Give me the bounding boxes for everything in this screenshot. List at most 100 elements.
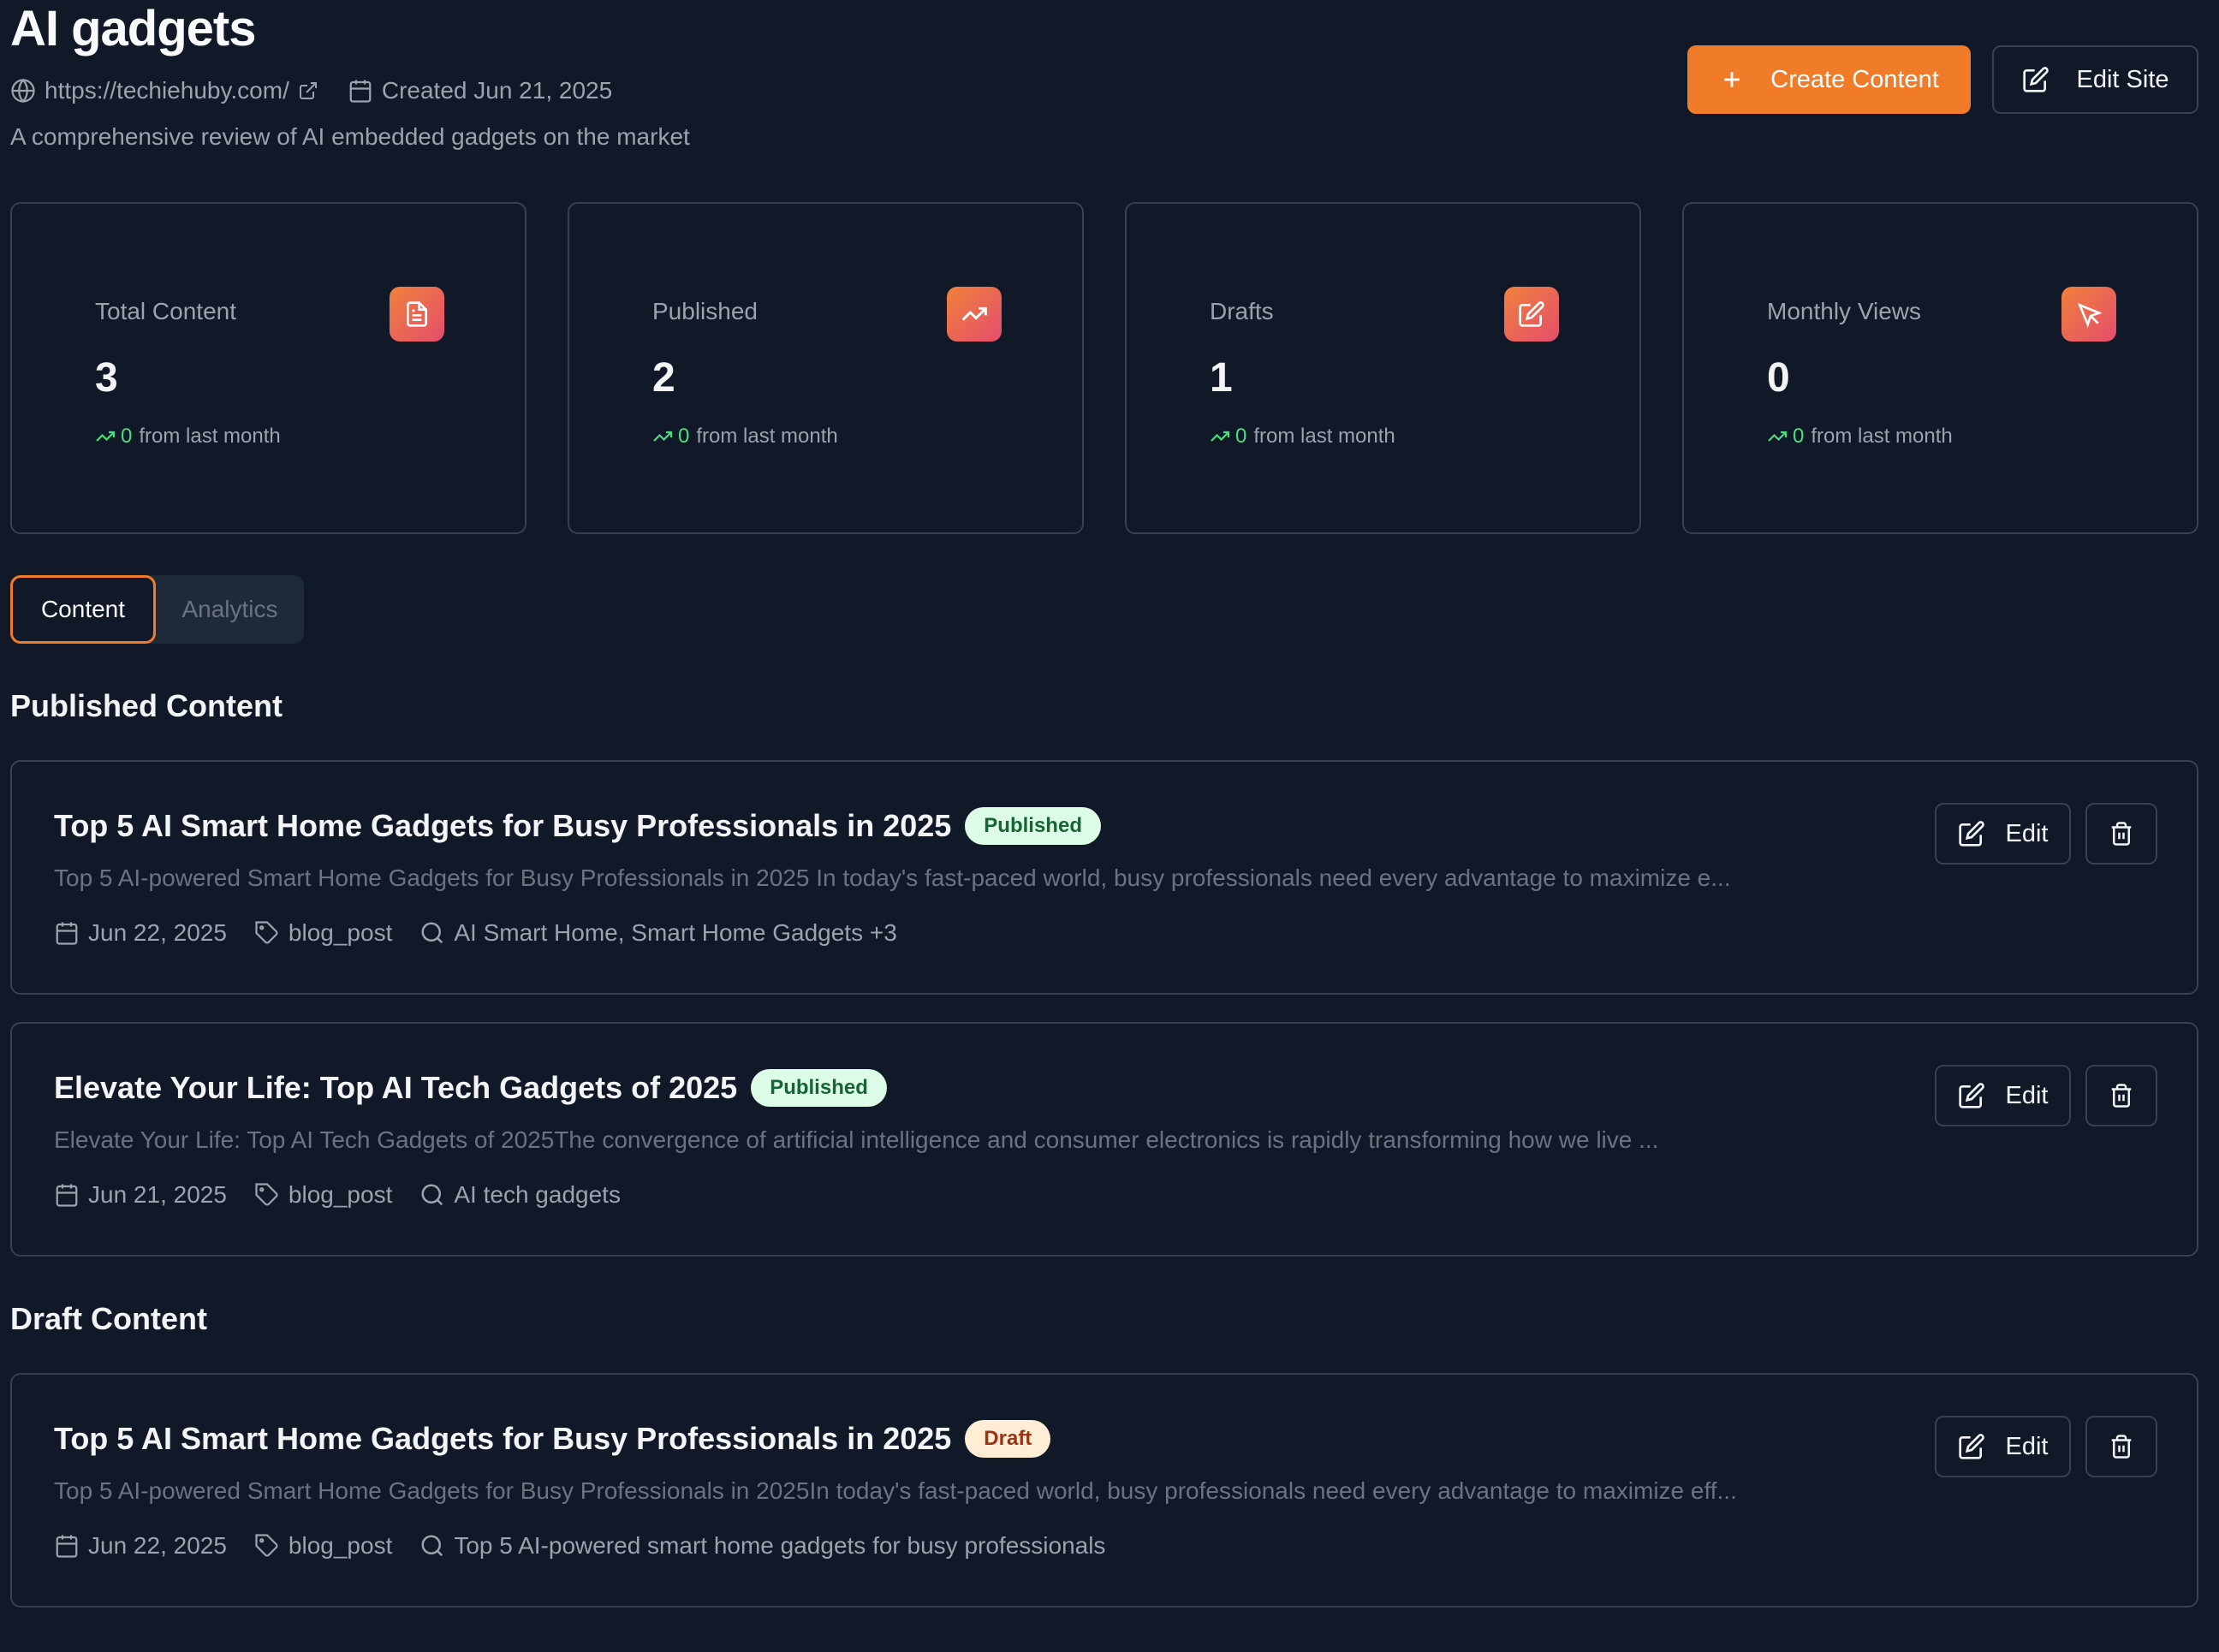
- tab-content[interactable]: Content: [10, 575, 156, 644]
- stat-card-published: Published 2 0 from last month: [568, 202, 1084, 534]
- trending-up-icon: [1767, 426, 1788, 447]
- site-dashboard: AI gadgets https://techiehuby.com/ Creat…: [0, 0, 2219, 1652]
- content-meta: Jun 22, 2025 blog_post Top 5 AI-powered …: [54, 1529, 1105, 1563]
- edit-icon: [2022, 66, 2049, 93]
- trending-up-icon: [947, 287, 1002, 342]
- edit-label: Edit: [2005, 819, 2049, 847]
- content-meta: Jun 22, 2025 blog_post AI Smart Home, Sm…: [54, 916, 897, 950]
- delete-button[interactable]: [2085, 803, 2157, 865]
- content-type: blog_post: [288, 1532, 393, 1559]
- trend-value: 0: [1235, 425, 1247, 448]
- content-excerpt: Top 5 AI-powered Smart Home Gadgets for …: [54, 865, 1731, 891]
- content-card: Top 5 AI Smart Home Gadgets for Busy Pro…: [10, 1373, 2198, 1607]
- stat-value: 1: [1210, 355, 1233, 401]
- calendar-icon: [54, 920, 80, 946]
- content-title[interactable]: Top 5 AI Smart Home Gadgets for Busy Pro…: [54, 1421, 951, 1457]
- status-badge: Draft: [965, 1420, 1051, 1458]
- content-date: Jun 21, 2025: [88, 1181, 227, 1208]
- site-meta: https://techiehuby.com/ Created Jun 21, …: [10, 72, 612, 110]
- edit-site-label: Edit Site: [2076, 65, 2169, 93]
- calendar-icon: [54, 1533, 80, 1559]
- plus-icon: [1719, 67, 1745, 92]
- trash-icon: [2111, 1435, 2132, 1459]
- content-keywords: AI tech gadgets: [454, 1181, 621, 1208]
- trend-text: from last month: [1811, 425, 1953, 448]
- edit-label: Edit: [2005, 1432, 2049, 1460]
- trend-value: 0: [121, 425, 133, 448]
- stat-card-drafts: Drafts 1 0 from last month: [1125, 202, 1641, 534]
- edit-icon: [1504, 287, 1559, 342]
- search-icon: [419, 1533, 445, 1559]
- external-link-icon[interactable]: [298, 80, 318, 101]
- tab-list: Content Analytics: [10, 575, 304, 644]
- page-title: AI gadgets: [10, 1, 256, 56]
- stat-card-monthly-views: Monthly Views 0 0 from last month: [1682, 202, 2198, 534]
- card-title-row: Top 5 AI Smart Home Gadgets for Busy Pro…: [54, 1416, 1051, 1462]
- stat-value: 3: [95, 355, 118, 401]
- content-excerpt: Top 5 AI-powered Smart Home Gadgets for …: [54, 1477, 1737, 1504]
- tag-icon: [254, 1182, 280, 1208]
- trending-up-icon: [95, 426, 116, 447]
- content-type: blog_post: [288, 919, 393, 946]
- content-type: blog_post: [288, 1181, 393, 1208]
- content-keywords: AI Smart Home, Smart Home Gadgets +3: [454, 919, 897, 946]
- card-title-row: Elevate Your Life: Top AI Tech Gadgets o…: [54, 1065, 887, 1111]
- content-title[interactable]: Elevate Your Life: Top AI Tech Gadgets o…: [54, 1070, 737, 1106]
- stat-label: Total Content: [95, 298, 236, 324]
- delete-button[interactable]: [2085, 1065, 2157, 1126]
- tag-icon: [254, 1533, 280, 1559]
- edit-icon: [1958, 820, 1985, 847]
- edit-button[interactable]: Edit: [1935, 1065, 2071, 1126]
- globe-icon: [10, 78, 36, 104]
- calendar-icon: [54, 1182, 80, 1208]
- edit-icon: [1958, 1082, 1985, 1109]
- stat-label: Drafts: [1210, 298, 1274, 324]
- created-date: Created Jun 21, 2025: [381, 77, 613, 104]
- trending-up-icon: [652, 426, 673, 447]
- published-section-title: Published Content: [10, 688, 283, 723]
- draft-section-title: Draft Content: [10, 1301, 207, 1336]
- stat-trend: 0 from last month: [1210, 425, 1395, 449]
- edit-icon: [1958, 1433, 1985, 1460]
- stat-card-total-content: Total Content 3 0 from last month: [10, 202, 526, 534]
- content-date: Jun 22, 2025: [88, 1532, 227, 1559]
- card-title-row: Top 5 AI Smart Home Gadgets for Busy Pro…: [54, 803, 1101, 849]
- search-icon: [419, 1182, 445, 1208]
- search-icon: [419, 920, 445, 946]
- status-badge: Published: [965, 807, 1101, 845]
- trend-value: 0: [1793, 425, 1805, 448]
- trend-text: from last month: [696, 425, 838, 448]
- trend-value: 0: [678, 425, 690, 448]
- stat-trend: 0 from last month: [95, 425, 281, 449]
- tag-icon: [254, 920, 280, 946]
- site-description: A comprehensive review of AI embedded ga…: [10, 123, 690, 150]
- stat-label: Monthly Views: [1767, 298, 1922, 324]
- create-content-label: Create Content: [1770, 65, 1939, 93]
- trash-icon: [2111, 1084, 2132, 1108]
- stat-trend: 0 from last month: [652, 425, 838, 449]
- content-excerpt: Elevate Your Life: Top AI Tech Gadgets o…: [54, 1126, 1659, 1153]
- document-icon: [390, 287, 444, 342]
- edit-button[interactable]: Edit: [1935, 803, 2071, 865]
- edit-button[interactable]: Edit: [1935, 1416, 2071, 1477]
- content-keywords: Top 5 AI-powered smart home gadgets for …: [454, 1532, 1106, 1559]
- stat-value: 2: [652, 355, 675, 401]
- stat-trend: 0 from last month: [1767, 425, 1953, 449]
- create-content-button[interactable]: Create Content: [1687, 45, 1971, 114]
- tab-analytics[interactable]: Analytics: [156, 575, 304, 644]
- edit-label: Edit: [2005, 1081, 2049, 1109]
- delete-button[interactable]: [2085, 1416, 2157, 1477]
- content-card: Elevate Your Life: Top AI Tech Gadgets o…: [10, 1022, 2198, 1257]
- status-badge: Published: [751, 1069, 887, 1107]
- content-date: Jun 22, 2025: [88, 919, 227, 946]
- content-title[interactable]: Top 5 AI Smart Home Gadgets for Busy Pro…: [54, 808, 951, 844]
- content-card: Top 5 AI Smart Home Gadgets for Busy Pro…: [10, 760, 2198, 995]
- calendar-icon: [348, 78, 373, 104]
- stat-value: 0: [1767, 355, 1790, 401]
- trend-text: from last month: [1253, 425, 1395, 448]
- content-meta: Jun 21, 2025 blog_post AI tech gadgets: [54, 1178, 621, 1212]
- stat-label: Published: [652, 298, 758, 324]
- site-url-link[interactable]: https://techiehuby.com/: [45, 77, 289, 104]
- trending-up-icon: [1210, 426, 1230, 447]
- edit-site-button[interactable]: Edit Site: [1992, 45, 2198, 114]
